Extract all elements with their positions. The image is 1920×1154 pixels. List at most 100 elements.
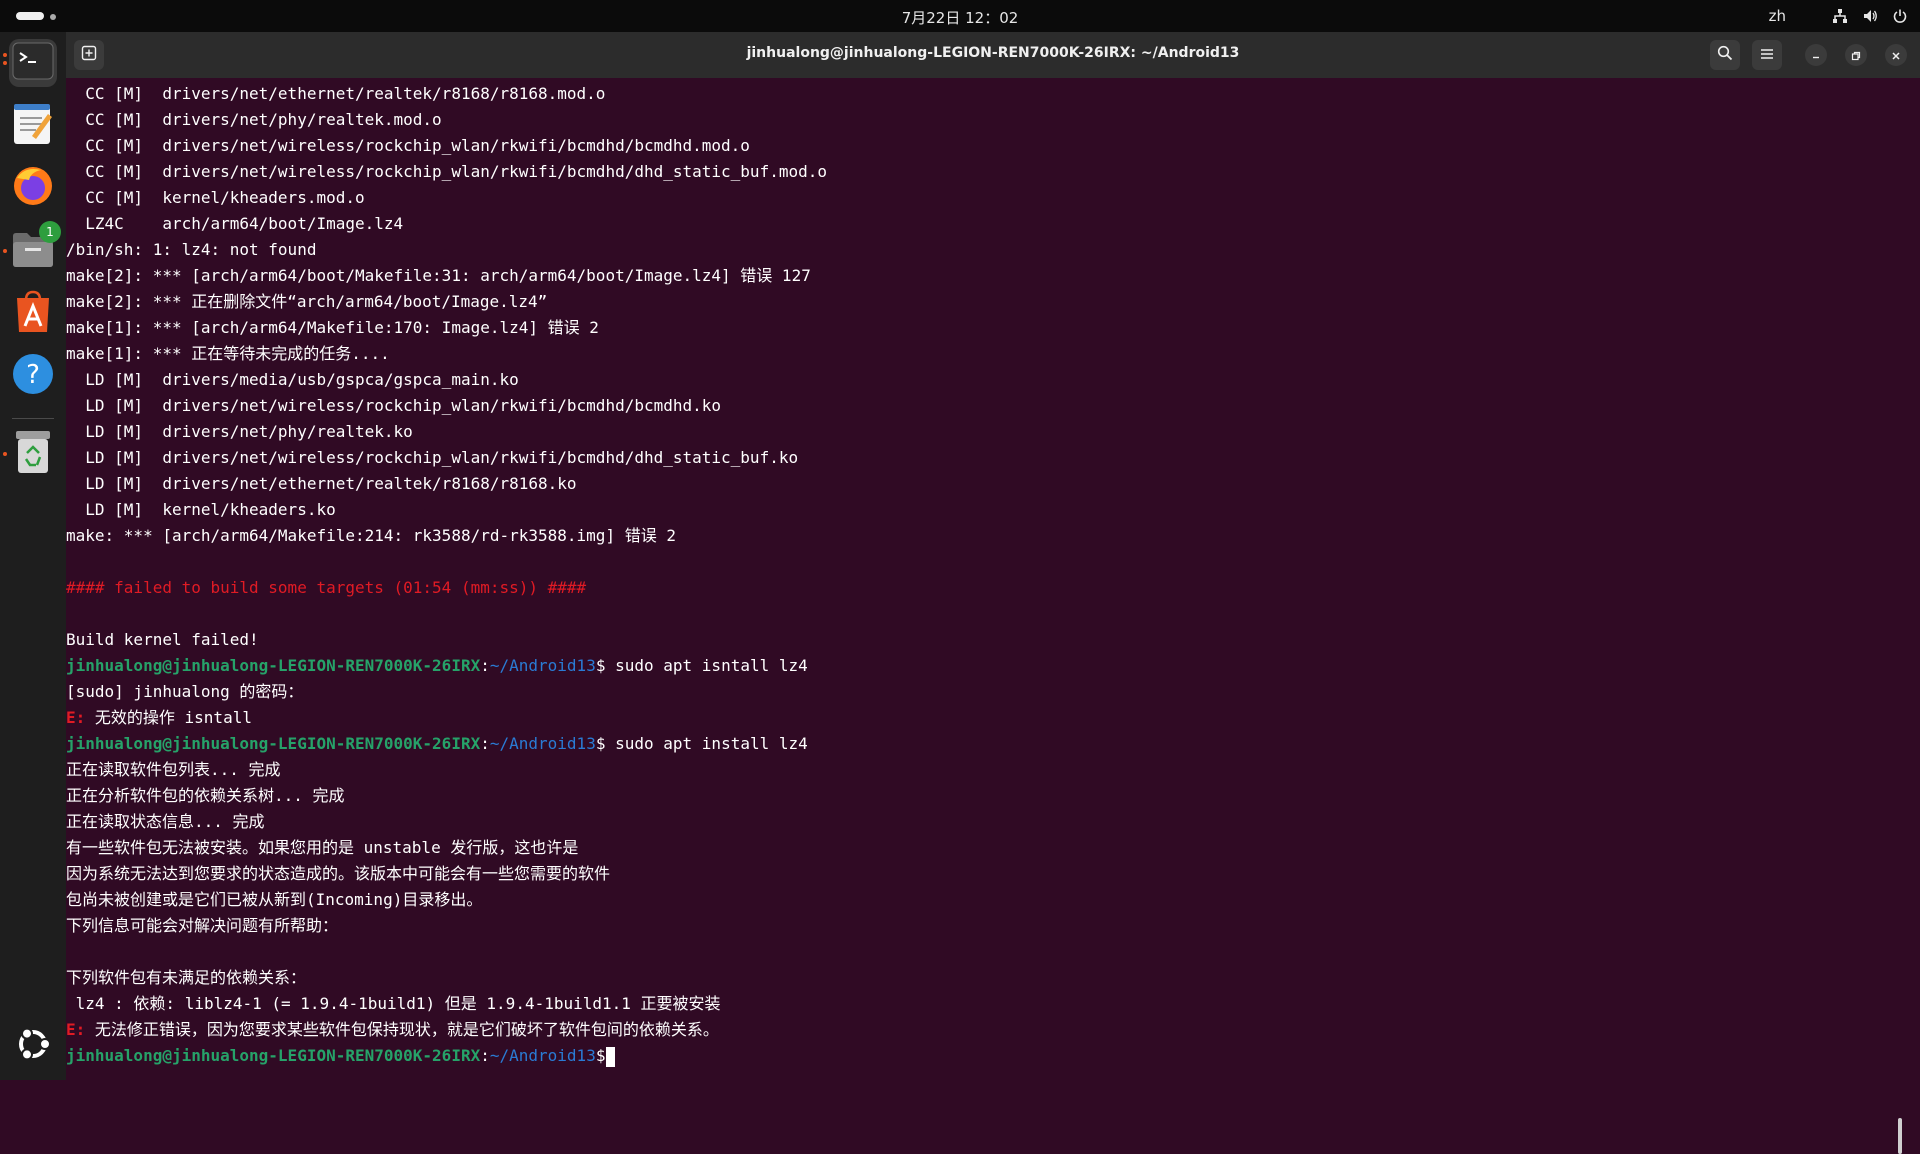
output-text: LD [M] drivers/net/phy/realtek.ko (66, 422, 413, 441)
dock-item-files[interactable]: 1 (3, 221, 61, 275)
terminal-line: /bin/sh: 1: lz4: not found (66, 237, 1906, 263)
prompt-separator: : (480, 656, 490, 675)
running-indicator (3, 452, 7, 456)
terminal-line: jinhualong@jinhualong-LEGION-REN7000K-26… (66, 653, 1906, 679)
maximize-button[interactable] (1845, 44, 1867, 66)
output-text: make: *** [arch/arm64/Makefile:214: rk35… (66, 526, 676, 545)
output-text: CC [M] drivers/net/phy/realtek.mod.o (66, 110, 442, 129)
terminal-line: LD [M] drivers/net/wireless/rockchip_wla… (66, 445, 1906, 471)
window-title: jinhualong@jinhualong-LEGION-REN7000K-26… (746, 45, 1240, 61)
dock-separator (12, 418, 54, 419)
error-message: 无效的操作 isntall (85, 708, 252, 727)
input-method-indicator[interactable]: zh (1769, 7, 1786, 25)
terminal-line: 正在读取软件包列表... 完成 (66, 757, 1906, 783)
trash-icon (14, 429, 52, 479)
dock-item-trash[interactable] (3, 429, 57, 479)
terminal-line: LZ4C arch/arm64/boot/Image.lz4 (66, 211, 1906, 237)
prompt-symbol: $ (595, 1046, 606, 1065)
terminal-line: make[1]: *** [arch/arm64/Makefile:170: I… (66, 315, 1906, 341)
terminal-line: 因为系统无法达到您要求的状态造成的。该版本中可能会有一些您需要的软件 (66, 861, 1906, 887)
error-prefix: E: (66, 708, 86, 727)
close-button[interactable] (1885, 44, 1907, 66)
close-icon (1891, 46, 1901, 65)
output-text: CC [M] drivers/net/ethernet/realtek/r816… (66, 84, 606, 103)
terminal-line: make[2]: *** 正在删除文件“arch/arm64/boot/Imag… (66, 289, 1906, 315)
command-text: sudo apt install lz4 (605, 734, 808, 753)
activities-indicator[interactable] (16, 12, 76, 22)
output-text: 包尚未被创建或是它们已被从新到(Incoming)目录移出。 (66, 890, 483, 909)
terminal-line: 正在分析软件包的依赖关系树... 完成 (66, 783, 1906, 809)
output-text: make[2]: *** [arch/arm64/boot/Makefile:3… (66, 266, 811, 285)
terminal-line: CC [M] kernel/kheaders.mod.o (66, 185, 1906, 211)
dock-item-firefox[interactable] (9, 164, 57, 212)
search-button[interactable] (1710, 40, 1740, 70)
minimize-button[interactable] (1805, 44, 1827, 66)
dock-item-help[interactable]: ? (9, 352, 57, 400)
running-indicator (3, 53, 7, 57)
ubuntu-logo-icon (12, 1023, 54, 1069)
dock: 1 ? (0, 32, 66, 1080)
output-text: 正在读取软件包列表... 完成 (66, 760, 281, 779)
svg-text:?: ? (26, 360, 40, 390)
workspace-indicator (50, 14, 56, 20)
prompt-user-host: jinhualong@jinhualong-LEGION-REN7000K-26… (66, 656, 481, 675)
terminal-line: CC [M] drivers/net/phy/realtek.mod.o (66, 107, 1906, 133)
running-indicator (3, 249, 7, 253)
text-cursor (606, 1046, 616, 1067)
output-text: 下列软件包有未满足的依赖关系： (66, 968, 307, 987)
dock-item-app-center[interactable] (9, 290, 57, 338)
top-bar: 7月22日 12：02 zh (0, 0, 1920, 32)
output-text: make[1]: *** [arch/arm64/Makefile:170: I… (66, 318, 599, 337)
terminal-line: LD [M] kernel/kheaders.ko (66, 497, 1906, 523)
output-text: CC [M] drivers/net/wireless/rockchip_wla… (66, 136, 750, 155)
search-icon (1717, 45, 1733, 65)
new-tab-button[interactable] (74, 40, 104, 70)
window-title-container: jinhualong@jinhualong-LEGION-REN7000K-26… (66, 45, 1920, 61)
dock-item-terminal[interactable] (3, 39, 57, 87)
terminal-line: #### failed to build some targets (01:54… (66, 575, 1906, 601)
restore-icon (1851, 46, 1861, 65)
terminal-line: jinhualong@jinhualong-LEGION-REN7000K-26… (66, 731, 1906, 757)
clock-container: 7月22日 12：02 (0, 7, 1920, 28)
prompt-path: ~/Android13 (489, 1046, 596, 1065)
output-text: /bin/sh: 1: lz4: not found (66, 240, 317, 259)
volume-icon[interactable] (1862, 8, 1878, 24)
terminal-line: [sudo] jinhualong 的密码： (66, 679, 1906, 705)
output-text: LD [M] drivers/net/ethernet/realtek/r816… (66, 474, 577, 493)
clock[interactable]: 7月22日 12：02 (902, 9, 1019, 27)
scrollbar-thumb[interactable] (1898, 1118, 1902, 1154)
terminal-line: make[1]: *** 正在等待未完成的任务.... (66, 341, 1906, 367)
terminal-line: make[2]: *** [arch/arm64/boot/Makefile:3… (66, 263, 1906, 289)
terminal-line: lz4 : 依赖: liblz4-1 (= 1.9.4-1build1) 但是 … (66, 991, 1906, 1017)
prompt-separator: : (480, 734, 490, 753)
terminal-line: Build kernel failed! (66, 627, 1906, 653)
output-text: 因为系统无法达到您要求的状态造成的。该版本中可能会有一些您需要的软件 (66, 864, 611, 883)
terminal-line: jinhualong@jinhualong-LEGION-REN7000K-26… (66, 1043, 1906, 1069)
notification-badge: 1 (39, 221, 61, 243)
system-tray: zh (1769, 6, 1908, 26)
terminal-icon (12, 42, 54, 84)
terminal-line: E: 无效的操作 isntall (66, 705, 1906, 731)
output-text: LD [M] drivers/media/usb/gspca/gspca_mai… (66, 370, 519, 389)
build-failure-message: #### failed to build some targets (01:54… (66, 578, 587, 597)
dock-item-text-editor[interactable] (9, 102, 57, 150)
output-text: 正在读取状态信息... 完成 (66, 812, 265, 831)
terminal-output[interactable]: CC [M] drivers/net/ethernet/realtek/r816… (66, 78, 1906, 1154)
terminal-line: make: *** [arch/arm64/Makefile:214: rk35… (66, 523, 1906, 549)
terminal-line: LD [M] drivers/net/wireless/rockchip_wla… (66, 393, 1906, 419)
running-indicator (3, 61, 7, 65)
output-text: Build kernel failed! (66, 630, 259, 649)
network-icon[interactable] (1832, 8, 1848, 24)
app-center-icon (13, 290, 53, 338)
terminal-line: 有一些软件包无法被安装。如果您用的是 unstable 发行版，这也许是 (66, 835, 1906, 861)
dock-item-show-apps[interactable] (9, 1022, 57, 1070)
output-text: LZ4C arch/arm64/boot/Image.lz4 (66, 214, 404, 233)
menu-button[interactable] (1752, 40, 1782, 70)
terminal-line: CC [M] drivers/net/wireless/rockchip_wla… (66, 159, 1906, 185)
terminal-line: LD [M] drivers/net/ethernet/realtek/r816… (66, 471, 1906, 497)
power-icon[interactable] (1892, 8, 1908, 24)
terminal-line: 正在读取状态信息... 完成 (66, 809, 1906, 835)
prompt-user-host: jinhualong@jinhualong-LEGION-REN7000K-26… (66, 734, 481, 753)
